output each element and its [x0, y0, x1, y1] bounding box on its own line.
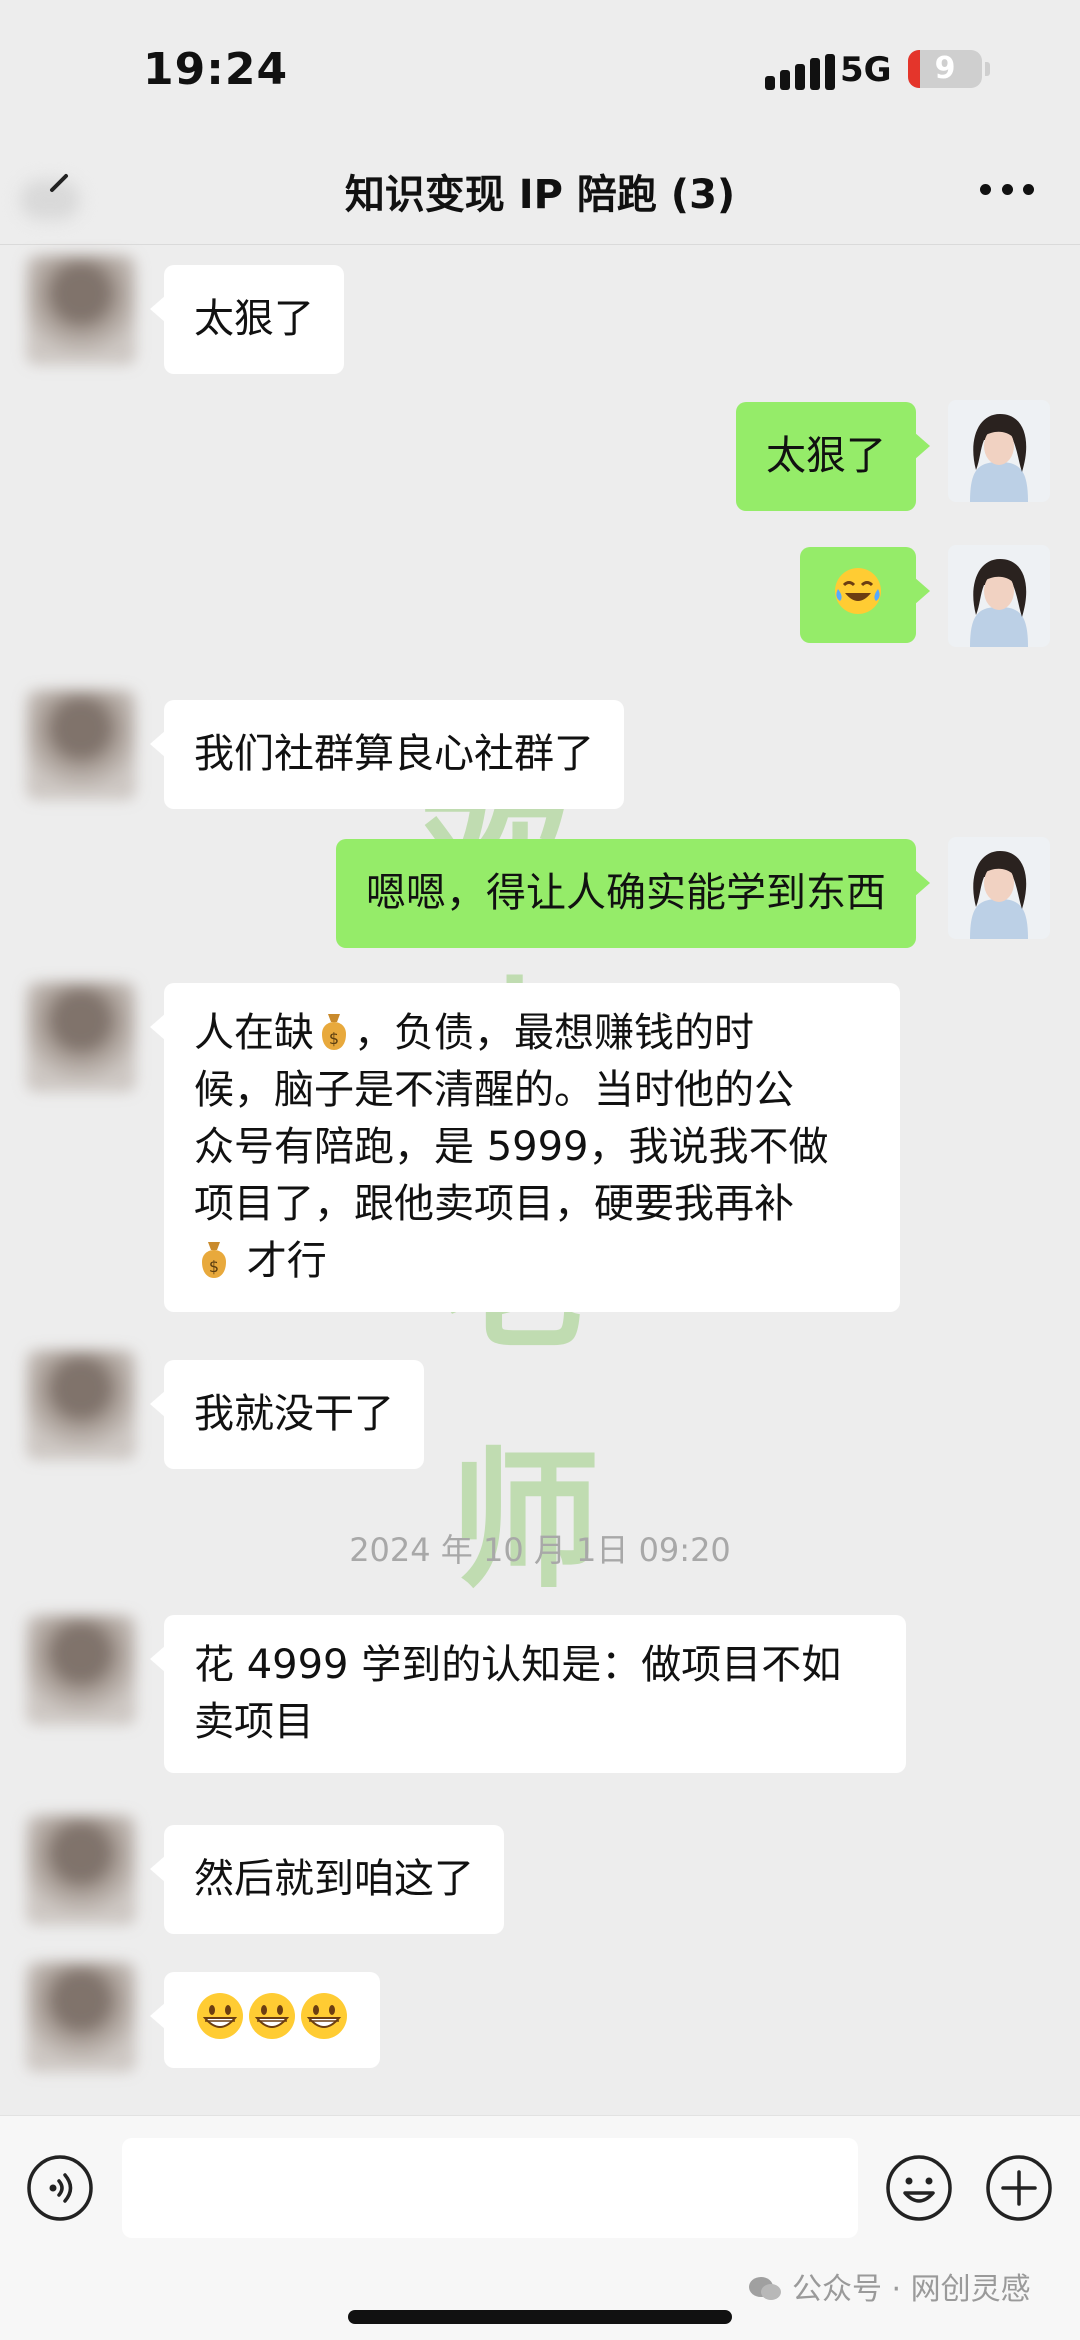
avatar[interactable] [948, 400, 1050, 502]
source-label: 公众号 · 网创灵感 [792, 2272, 1031, 2307]
home-indicator[interactable] [348, 2310, 732, 2324]
grinning-emoji-icon [301, 1993, 347, 2039]
battery-level: 9 [934, 51, 956, 86]
battery-icon: 9 [908, 50, 982, 88]
avatar[interactable] [26, 982, 136, 1092]
message-bubble-out[interactable] [800, 547, 930, 643]
avatar[interactable] [26, 1350, 136, 1460]
input-bar: 公众号 · 网创灵感 [0, 2115, 1080, 2340]
signal-icon [765, 54, 835, 90]
grinning-emoji-icon [197, 1993, 243, 2039]
chat-title: 知识变现 IP 陪跑 (3) [344, 172, 736, 218]
message-timestamp: 2024 年 10 月 1日 09:20 [349, 1531, 731, 1569]
status-time: 19:24 [143, 44, 289, 95]
avatar[interactable] [26, 1815, 136, 1925]
avatar[interactable] [26, 255, 136, 365]
message-line: 花 4999 学到的认知是：做项目不如 [194, 1642, 842, 1688]
avatar[interactable] [26, 1615, 136, 1725]
wechat-icon [749, 2277, 781, 2300]
message-text: 才行 [246, 1238, 327, 1284]
avatar[interactable] [26, 1962, 136, 2072]
message-line: 项目了，跟他卖项目，硬要我再补 [194, 1181, 794, 1227]
message-bubble-in[interactable] [150, 1972, 380, 2068]
avatar[interactable] [948, 545, 1050, 647]
source-watermark: 公众号 · 网创灵感 [748, 2264, 1031, 2308]
more-icon[interactable] [980, 184, 1034, 198]
message-input[interactable] [122, 2138, 858, 2238]
message-line: 卖项目 [194, 1699, 314, 1745]
message-bubble-out[interactable]: 嗯嗯，得让人确实能学到东西 [336, 839, 930, 948]
svg-text:$: $ [209, 1257, 219, 1276]
message-bubble-in[interactable]: 人在缺 $ ，负债，最想赚钱的时 候，脑子是不清醒的。当时他的公 众号有陪跑，是 5… [150, 983, 900, 1312]
avatar[interactable] [948, 837, 1050, 939]
message-bubble-in[interactable]: 我就没干了 [150, 1360, 424, 1469]
message-line: 人在缺 $ ，负债，最想赚钱的时 [194, 1005, 870, 1062]
message-bubble-in[interactable]: 我们社群算良心社群了 [150, 700, 624, 809]
status-bar: 19:24 5G 9 [0, 0, 1080, 140]
chat-header: 知识变现 IP 陪跑 (3) [0, 140, 1080, 245]
battery-cap [985, 62, 990, 76]
chat-area[interactable]: 太狠了 太狠了 我们社群算良心社群了 嗯嗯，得让人确实能学到东西 人在缺 $ ，… [0, 245, 1080, 2115]
emoji-picker-icon[interactable] [884, 2153, 954, 2223]
message-line: 众号有陪跑，是 5999，我说我不做 [194, 1124, 829, 1170]
message-text: ，负债，最想赚钱的时 [354, 1010, 754, 1056]
more-functions-plus-icon[interactable] [984, 2153, 1054, 2223]
message-line: 候，脑子是不清醒的。当时他的公 [194, 1067, 794, 1113]
network-type: 5G [840, 50, 892, 90]
message-bubble-in[interactable]: 然后就到咱这了 [150, 1825, 504, 1934]
voice-input-icon[interactable] [25, 2153, 95, 2223]
avatar[interactable] [26, 690, 136, 800]
message-bubble-out[interactable]: 太狠了 [736, 402, 930, 511]
grinning-emoji-icon [249, 1993, 295, 2039]
message-text: 人在缺 [194, 1010, 314, 1056]
money-bag-icon: $ [322, 1014, 346, 1050]
message-line: $ 才行 [194, 1233, 870, 1290]
tears-of-joy-emoji-icon [835, 568, 881, 614]
message-bubble-in[interactable]: 太狠了 [150, 265, 344, 374]
money-bag-icon: $ [202, 1242, 226, 1278]
svg-text:$: $ [329, 1029, 339, 1048]
message-bubble-in[interactable]: 花 4999 学到的认知是：做项目不如 卖项目 [150, 1615, 906, 1773]
